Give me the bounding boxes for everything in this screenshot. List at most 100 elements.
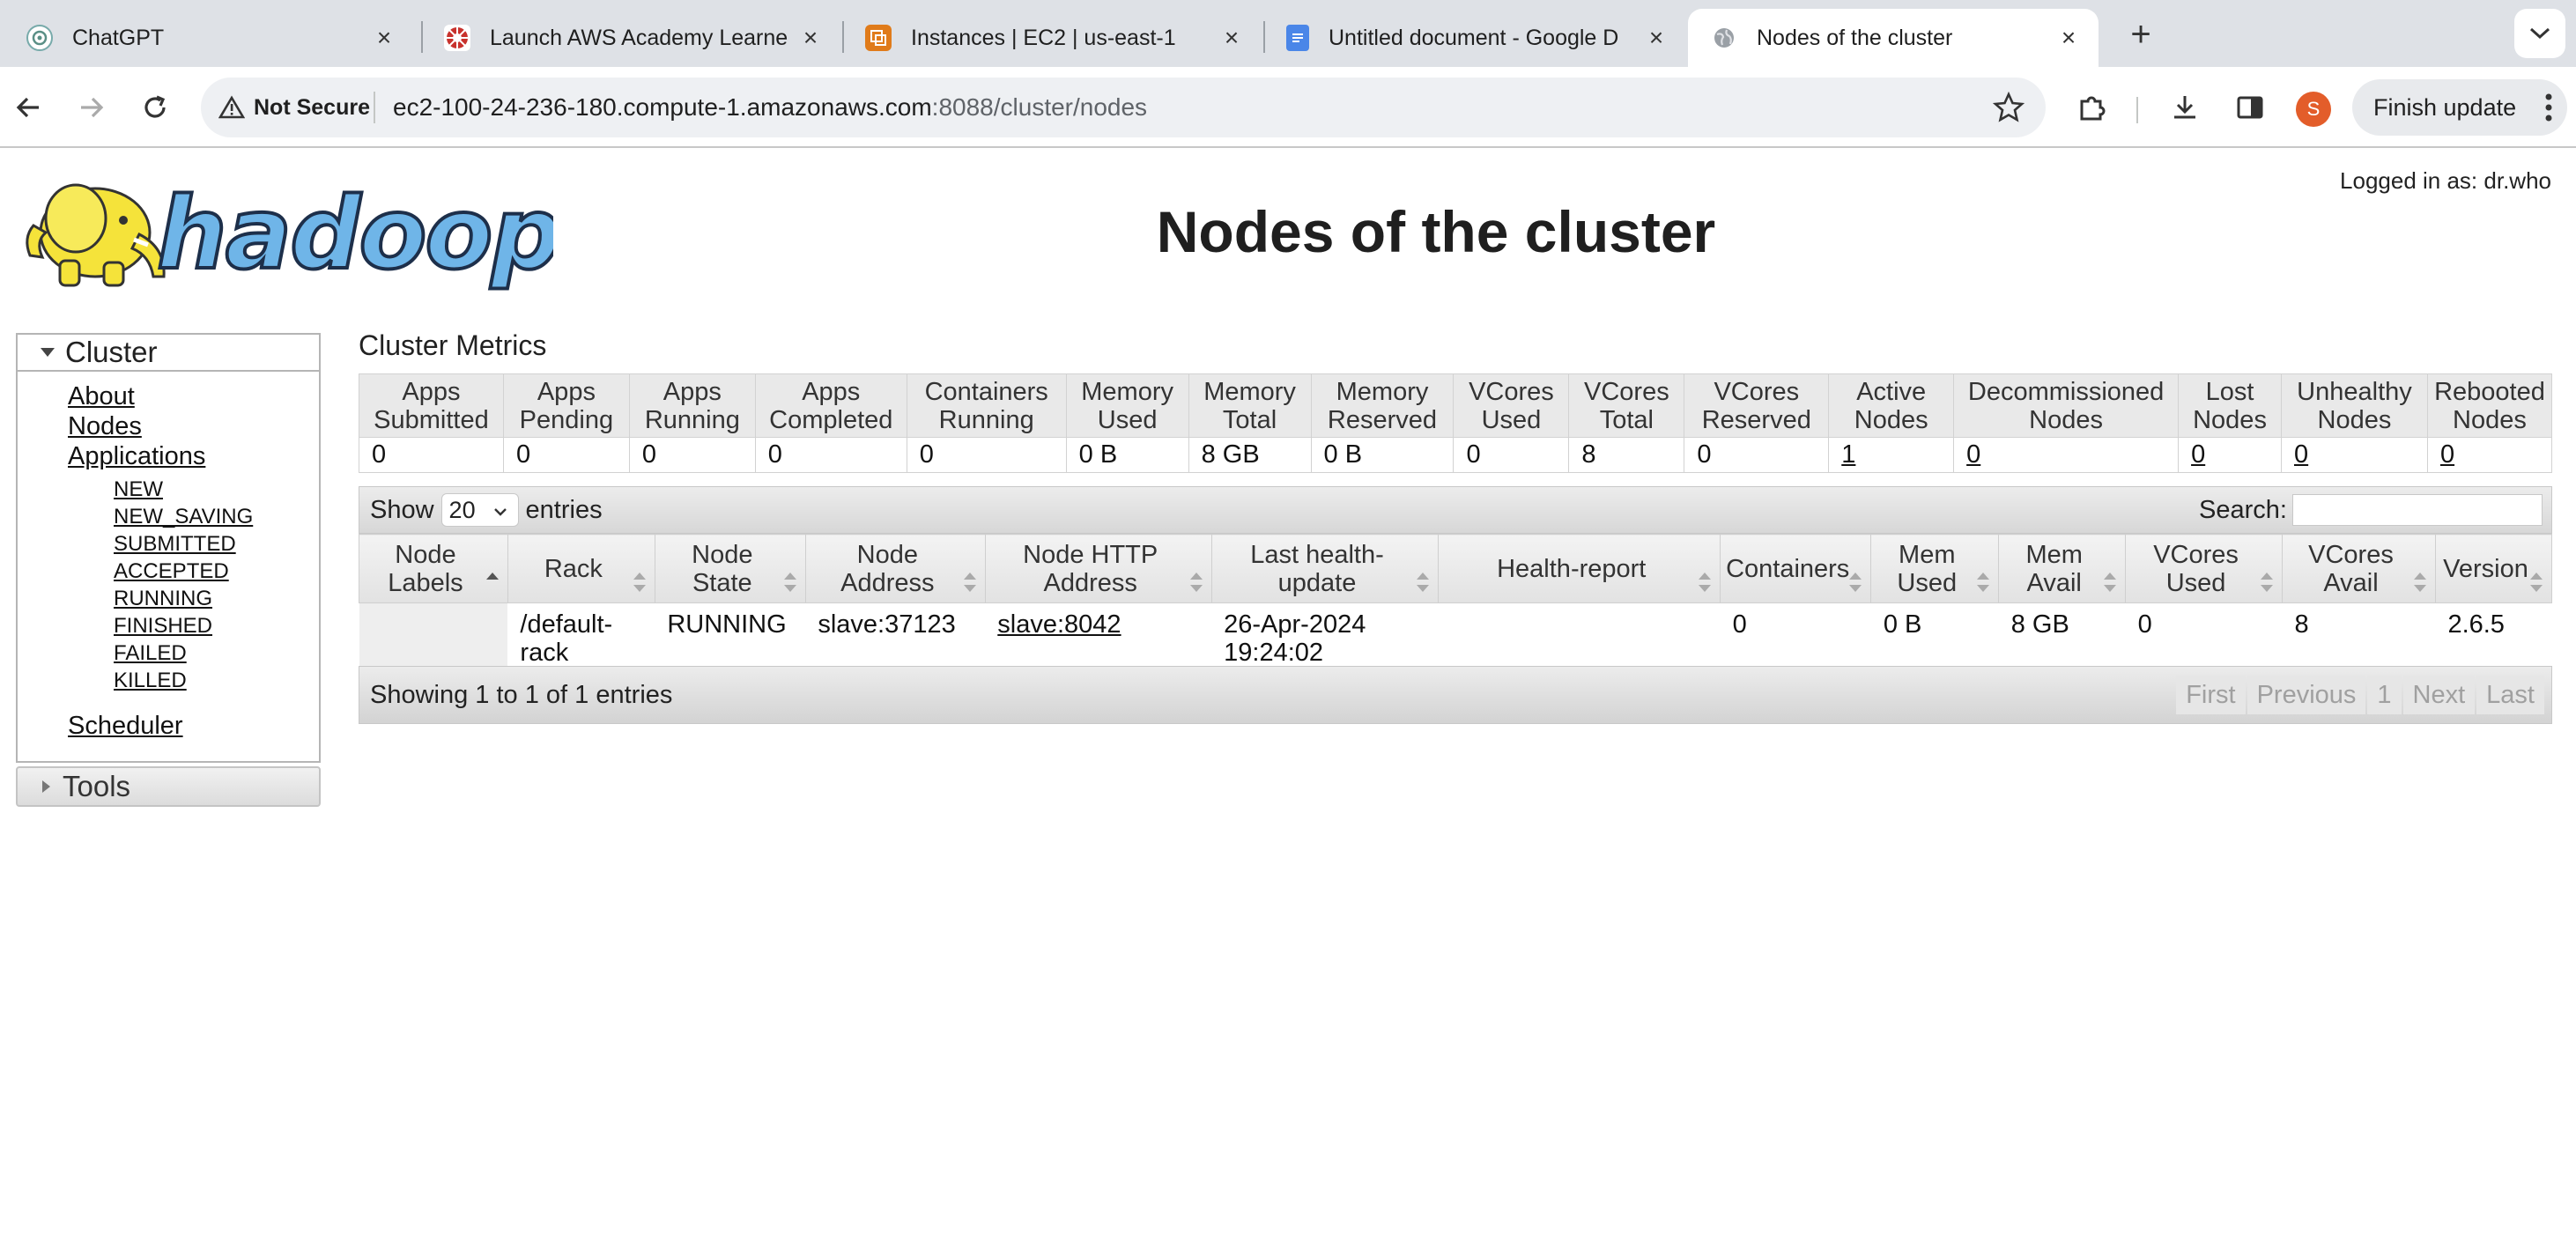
- tab-google-docs[interactable]: Untitled document - Google D ×: [1263, 9, 1686, 67]
- new-tab-plus-icon[interactable]: +: [2118, 12, 2164, 58]
- google-docs-icon: [1286, 25, 1309, 51]
- pager-last[interactable]: Last: [2476, 676, 2544, 714]
- bookmark-star-icon[interactable]: [1991, 90, 2026, 125]
- sidebar-item-new-saving[interactable]: NEW_SAVING: [114, 505, 253, 529]
- metrics-header-cell: VCores Total: [1568, 373, 1685, 438]
- metrics-header-text: Apps: [537, 377, 596, 406]
- table-info: Showing 1 to 1 of 1 entries: [370, 680, 673, 709]
- tab-ec2-instances[interactable]: Instances | EC2 | us-east-1 ×: [842, 9, 1262, 67]
- tab-search-chevron-icon[interactable]: [2514, 9, 2565, 58]
- page-title: Nodes of the cluster: [1156, 199, 1716, 264]
- metrics-value: 0: [1466, 440, 1481, 469]
- sidebar-item-accepted[interactable]: ACCEPTED: [114, 559, 229, 584]
- metrics-value-cell: 0: [2426, 437, 2553, 473]
- column-header-sortable[interactable]: Node Labels: [359, 534, 508, 603]
- column-header-sortable[interactable]: Node State: [654, 534, 806, 603]
- metrics-header-cell: Apps Completed: [754, 373, 907, 438]
- download-icon[interactable]: [2164, 86, 2206, 129]
- tab-chatgpt[interactable]: ChatGPT ×: [4, 9, 414, 67]
- column-header-text: Node: [856, 540, 918, 569]
- not-secure-indicator[interactable]: Not Secure: [218, 88, 370, 127]
- metrics-value-cell: 8 GB: [1188, 437, 1312, 473]
- table-row: /default-rack RUNNING slave:37123 slave:…: [359, 602, 2552, 669]
- sidebar-item-nodes[interactable]: Nodes: [68, 412, 142, 441]
- search-input[interactable]: [2292, 494, 2543, 526]
- sidebar-item-about[interactable]: About: [68, 382, 135, 411]
- pager-previous[interactable]: Previous: [2247, 676, 2366, 714]
- finish-update-button[interactable]: Finish update: [2352, 79, 2567, 136]
- cluster-section-toggle[interactable]: Cluster: [18, 335, 319, 372]
- metrics-value: 0: [641, 440, 656, 469]
- column-header-sortable[interactable]: Health-report: [1438, 534, 1721, 603]
- pager-page-1[interactable]: 1: [2367, 676, 2402, 714]
- metrics-value-link[interactable]: 0: [1966, 440, 1980, 469]
- metrics-header-cell: Apps Submitted: [359, 373, 504, 438]
- extensions-puzzle-icon[interactable]: [2070, 86, 2113, 129]
- sidebar-item-killed[interactable]: KILLED: [114, 669, 187, 693]
- sidebar-item-finished[interactable]: FINISHED: [114, 614, 212, 639]
- metrics-value-link[interactable]: 0: [2191, 440, 2205, 469]
- forward-arrow-icon[interactable]: [70, 86, 113, 129]
- metrics-value-link[interactable]: 0: [2440, 440, 2454, 469]
- show-label: Show: [370, 495, 434, 524]
- hadoop-logo[interactable]: hadoop: [16, 164, 564, 296]
- column-header-sortable[interactable]: Mem Avail: [1998, 534, 2127, 603]
- metrics-header-text: Nodes: [1854, 405, 1928, 434]
- node-http-address-link[interactable]: slave:8042: [997, 610, 1121, 639]
- close-tab-icon[interactable]: ×: [1219, 26, 1244, 50]
- sidebar-item-new[interactable]: NEW: [114, 477, 163, 502]
- metrics-value-link[interactable]: 0: [2294, 440, 2308, 469]
- column-header-sortable[interactable]: VCores Used: [2125, 534, 2284, 603]
- tab-title: Instances | EC2 | us-east-1: [911, 25, 1176, 50]
- finish-update-label: Finish update: [2373, 93, 2517, 121]
- metrics-header-text: VCores: [1714, 377, 1800, 406]
- metrics-values-row: 0 0 0 0 0 0 B 8 GB 0 B 0 8 0 1 0 0 0 0: [359, 437, 2553, 473]
- column-header-sortable[interactable]: Node HTTP Address: [984, 534, 1212, 603]
- address-bar[interactable]: Not Secure ec2-100-24-236-180.compute-1.…: [201, 78, 2046, 137]
- metrics-header-text: Containers: [924, 377, 1048, 406]
- nodes-header-row: Node Labels Rack Node State Node Address Node H…: [359, 534, 2553, 603]
- svg-text:hadoop: hadoop: [157, 177, 553, 292]
- metrics-value-cell: 0: [1953, 437, 2180, 473]
- close-tab-icon[interactable]: ×: [2056, 26, 2081, 50]
- sidebar-item-applications[interactable]: Applications: [68, 442, 205, 471]
- tools-section-toggle[interactable]: Tools: [16, 766, 321, 807]
- sort-icon: [963, 573, 976, 592]
- metrics-header-cell: Rebooted Nodes: [2426, 373, 2553, 438]
- page-length-value: 20: [448, 496, 476, 523]
- side-panel-icon[interactable]: [2229, 86, 2271, 129]
- back-arrow-icon[interactable]: [7, 86, 49, 129]
- metrics-value-link[interactable]: 1: [1841, 440, 1855, 469]
- metrics-header-cell: Decommissioned Nodes: [1953, 373, 2180, 438]
- sidebar-item-running[interactable]: RUNNING: [114, 587, 212, 611]
- url-text[interactable]: ec2-100-24-236-180.compute-1.amazonaws.c…: [393, 93, 1147, 122]
- column-header-sortable[interactable]: Version: [2434, 534, 2553, 603]
- column-header-sortable[interactable]: Last health-update: [1210, 534, 1440, 603]
- more-vert-icon: [2544, 92, 2553, 129]
- sidebar-item-scheduler[interactable]: Scheduler: [68, 712, 183, 741]
- close-tab-icon[interactable]: ×: [798, 26, 823, 50]
- page-length-select[interactable]: 20: [440, 493, 519, 527]
- column-header-sortable[interactable]: VCores Avail: [2282, 534, 2436, 603]
- browser-tab-strip: ChatGPT × Launch AWS Academy Learne × In…: [0, 0, 2576, 67]
- profile-avatar[interactable]: S: [2296, 92, 2331, 127]
- close-tab-icon[interactable]: ×: [372, 26, 396, 50]
- cell-version: 2.6.5: [2447, 610, 2505, 639]
- sidebar-item-submitted[interactable]: SUBMITTED: [114, 532, 236, 557]
- column-header-sortable[interactable]: Node Address: [804, 534, 986, 603]
- metrics-header-text: Total: [1599, 405, 1654, 434]
- close-tab-icon[interactable]: ×: [1644, 26, 1669, 50]
- tab-nodes-of-the-cluster[interactable]: Nodes of the cluster ×: [1688, 9, 2099, 67]
- tab-title: ChatGPT: [72, 25, 165, 50]
- metrics-header-text: Rebooted: [2434, 377, 2545, 406]
- column-header-sortable[interactable]: Rack: [507, 534, 655, 603]
- metrics-value-cell: 0: [906, 437, 1067, 473]
- pager-first[interactable]: First: [2176, 676, 2246, 714]
- security-label: Not Secure: [254, 94, 370, 120]
- column-header-sortable[interactable]: Containers: [1720, 534, 1872, 603]
- tab-aws-academy[interactable]: Launch AWS Academy Learne ×: [421, 9, 840, 67]
- reload-icon[interactable]: [134, 86, 176, 129]
- column-header-sortable[interactable]: Mem Used: [1870, 534, 2000, 603]
- pager-next[interactable]: Next: [2402, 676, 2476, 714]
- sidebar-item-failed[interactable]: FAILED: [114, 641, 187, 666]
